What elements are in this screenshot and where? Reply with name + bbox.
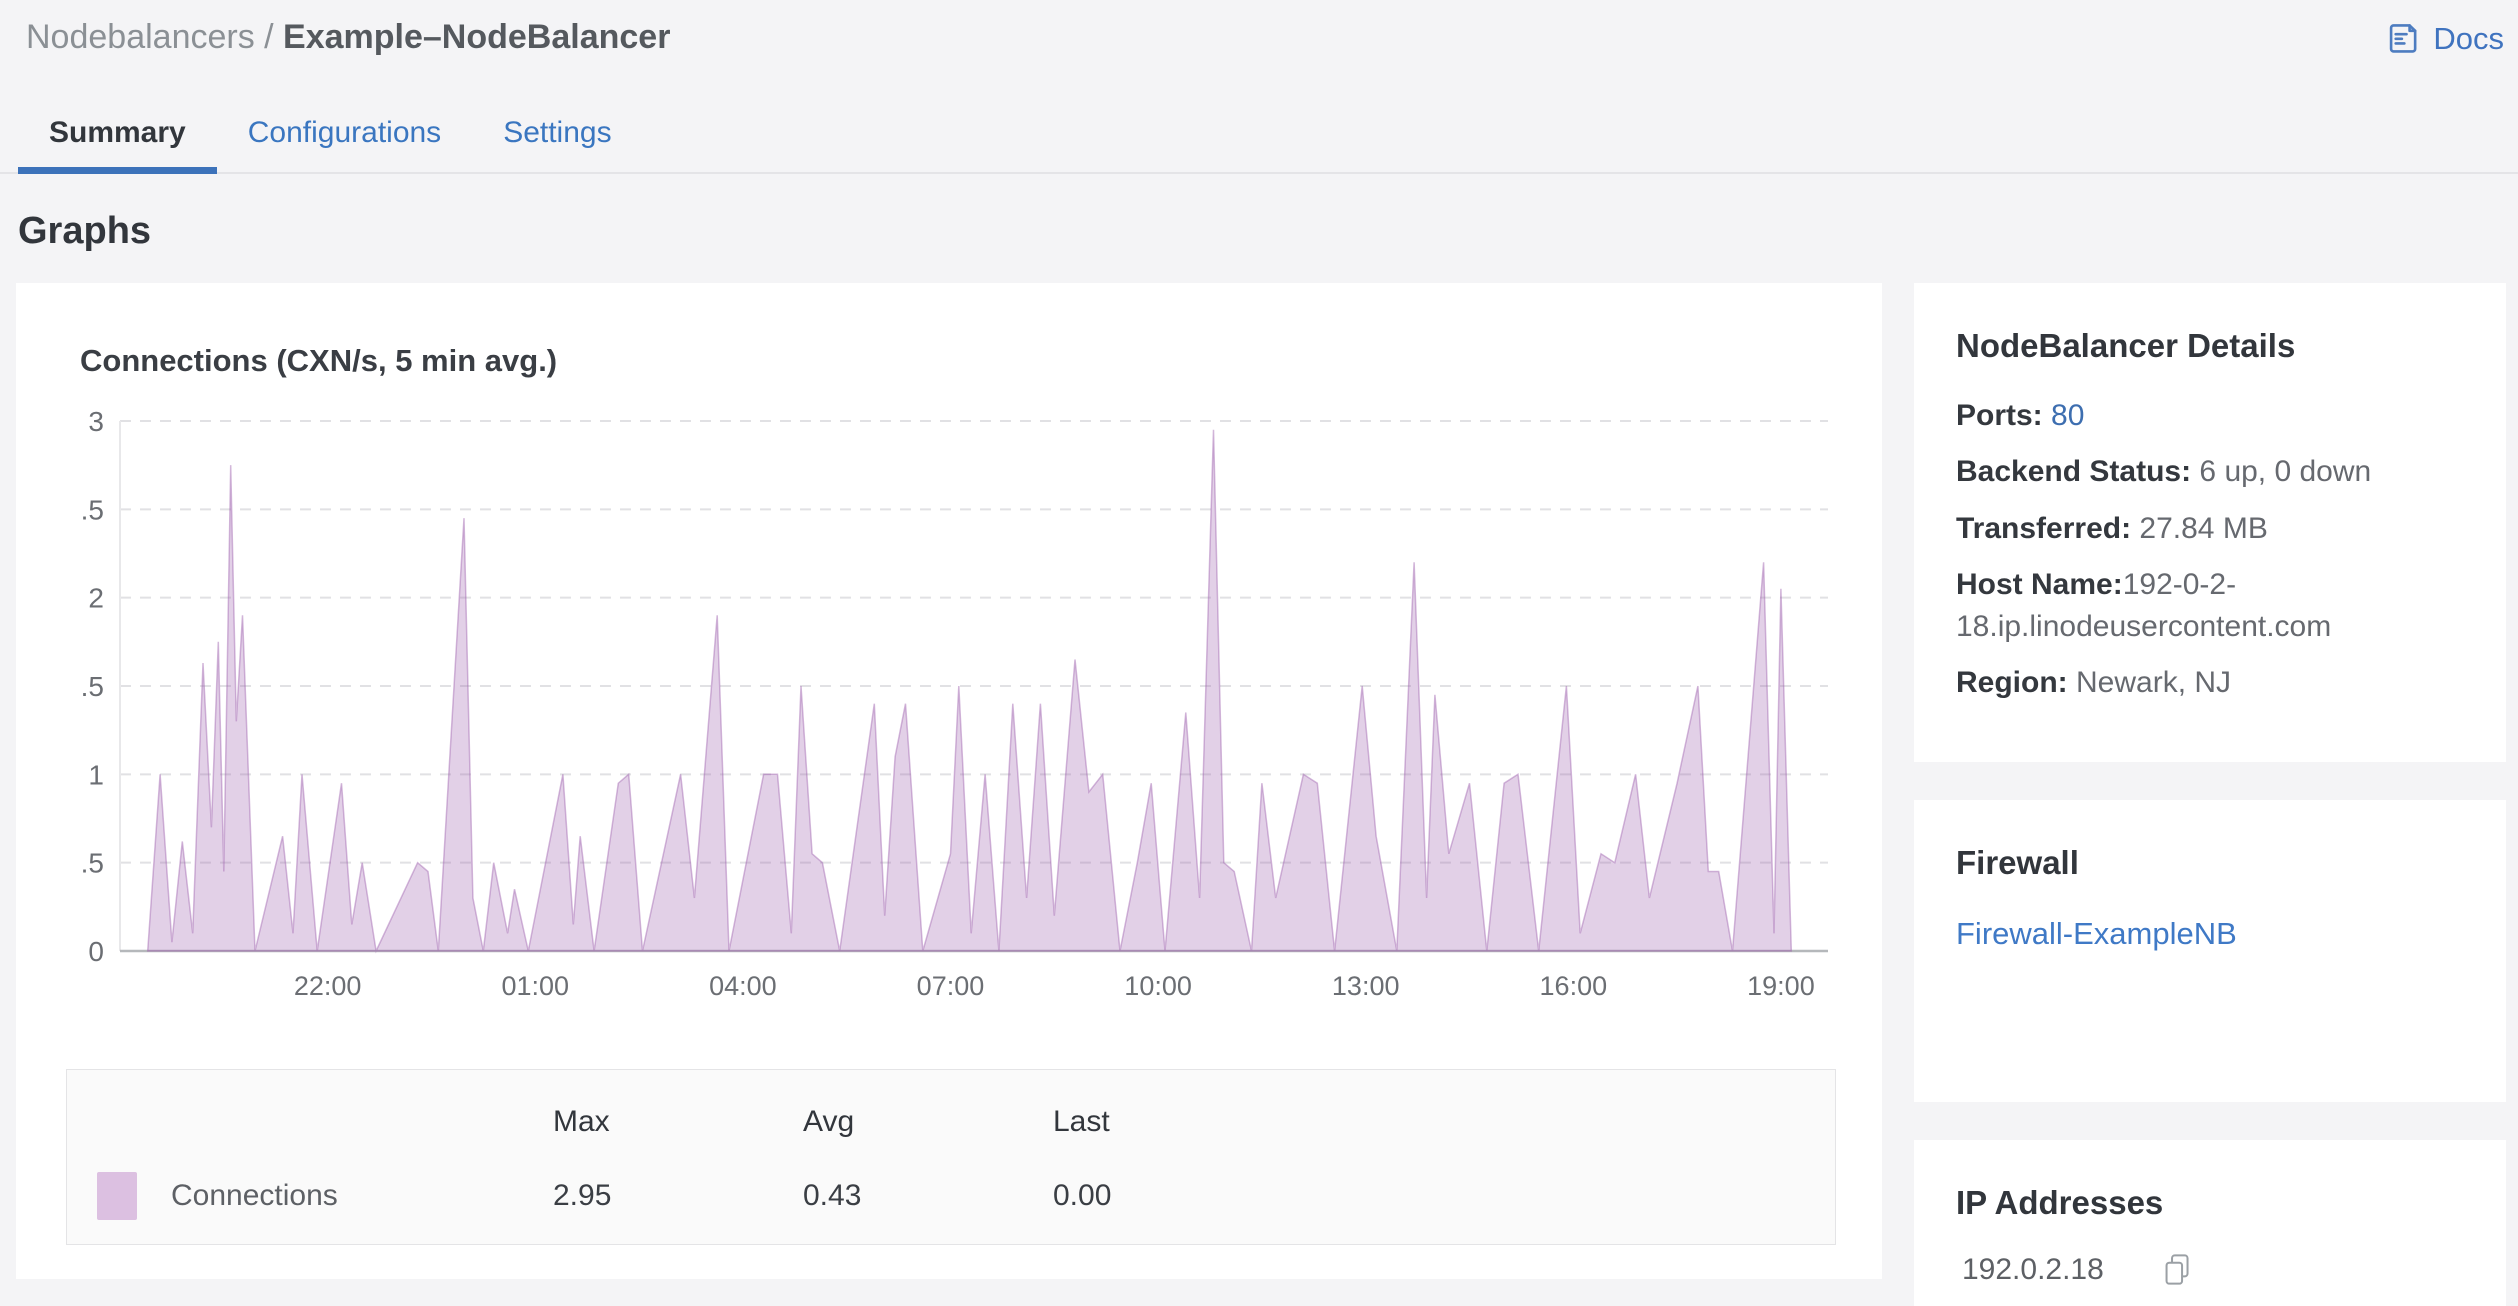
- page-header: Nodebalancers / Example–NodeBalancer Doc…: [0, 0, 2518, 58]
- main-content: Connections (CXN/s, 5 min avg.) 0 0.5 1 1.5…: [0, 283, 2518, 1306]
- docs-icon: [2384, 20, 2421, 57]
- detail-row-transferred: Transferred: 27.84 MB: [1956, 508, 2464, 549]
- svg-text:04:00: 04:00: [709, 971, 777, 1001]
- nodebalancer-details-card: NodeBalancer Details Ports: 80 Backend St…: [1914, 283, 2506, 763]
- detail-label: Host Name:: [1956, 568, 2123, 602]
- detail-row-host-name: Host Name:192-0-2-18.ip.linodeuserconten…: [1956, 564, 2464, 647]
- detail-row-backend-status: Backend Status: 6 up, 0 down: [1956, 451, 2464, 492]
- detail-value: 27.84 MB: [2139, 511, 2268, 545]
- legend-series-cell: Connections: [67, 1172, 553, 1220]
- svg-text:1.5: 1.5: [80, 671, 104, 702]
- ip-card-title: IP Addresses: [1956, 1184, 2164, 1222]
- chart-title: Connections (CXN/s, 5 min avg.): [80, 343, 558, 378]
- details-rows: Ports: 80 Backend Status: 6 up, 0 down Tra…: [1956, 395, 2464, 703]
- detail-label: Transferred:: [1956, 511, 2132, 545]
- svg-text:0: 0: [88, 936, 104, 967]
- docs-link[interactable]: Docs: [2384, 16, 2504, 57]
- detail-value[interactable]: 80: [2051, 399, 2084, 432]
- svg-text:10:00: 10:00: [1124, 971, 1192, 1001]
- details-card-title: NodeBalancer Details: [1956, 327, 2296, 364]
- firewall-link[interactable]: Firewall-ExampleNB: [1956, 916, 2237, 952]
- breadcrumb-section[interactable]: Nodebalancers /: [26, 18, 283, 56]
- svg-text:16:00: 16:00: [1540, 971, 1608, 1001]
- detail-row-ports: Ports: 80: [1956, 395, 2464, 436]
- firewall-card-title: Firewall: [1956, 844, 2079, 882]
- svg-text:3: 3: [88, 406, 104, 437]
- breadcrumb-entity: Example–NodeBalancer: [283, 18, 671, 56]
- ip-address-row: 192.0.2.18: [1956, 1252, 2464, 1288]
- connections-graph-card: Connections (CXN/s, 5 min avg.) 0 0.5 1 1.5…: [16, 283, 1882, 1279]
- tab-summary[interactable]: Summary: [18, 102, 217, 174]
- legend-col-max: Max: [553, 1105, 610, 1138]
- svg-text:0.5: 0.5: [80, 848, 104, 879]
- breadcrumb: Nodebalancers / Example–NodeBalancer: [26, 16, 670, 58]
- svg-text:1: 1: [88, 759, 104, 790]
- svg-text:22:00: 22:00: [294, 971, 362, 1001]
- svg-text:19:00: 19:00: [1747, 971, 1815, 1001]
- legend-max-value: 2.95: [553, 1179, 612, 1212]
- ip-addresses-card: IP Addresses 192.0.2.18: [1914, 1140, 2506, 1306]
- ip-address-value: 192.0.2.18: [1962, 1253, 2104, 1287]
- detail-label: Ports:: [1956, 399, 2043, 432]
- breadcrumb-separator: /: [254, 18, 284, 56]
- detail-label: Backend Status:: [1956, 455, 2192, 489]
- page-title: Graphs: [18, 210, 152, 252]
- svg-text:01:00: 01:00: [501, 971, 569, 1001]
- svg-text:2.5: 2.5: [80, 494, 104, 525]
- connections-area-chart: 0 0.5 1 1.5 2 2.5 3 22:00 01:00 04:00 07:00 10:00 13…: [80, 406, 1828, 1001]
- breadcrumb-section-label: Nodebalancers: [26, 18, 255, 56]
- svg-text:07:00: 07:00: [917, 971, 985, 1001]
- chart-legend-table: Max Avg Last Connections 2.95 0.43 0.00: [66, 1069, 1836, 1245]
- tab-settings[interactable]: Settings: [472, 102, 642, 172]
- copy-icon: [2162, 1254, 2193, 1291]
- legend-last-value: 0.00: [1053, 1179, 1112, 1212]
- copy-ip-button[interactable]: [2162, 1252, 2193, 1288]
- docs-label: Docs: [2433, 20, 2504, 56]
- tab-configurations[interactable]: Configurations: [217, 102, 472, 172]
- area-series-connections: [146, 429, 1793, 954]
- detail-value: 6 up, 0 down: [2199, 455, 2372, 489]
- connections-series-swatch[interactable]: [97, 1172, 137, 1220]
- legend-series-name: Connections: [171, 1179, 338, 1212]
- tabs-bar: Summary Configurations Settings: [0, 102, 2518, 174]
- legend-col-last: Last: [1053, 1105, 1110, 1138]
- legend-avg-value: 0.43: [803, 1179, 862, 1212]
- svg-text:2: 2: [88, 583, 104, 614]
- detail-value: Newark, NJ: [2076, 665, 2232, 699]
- summary-sidebar: NodeBalancer Details Ports: 80 Backend St…: [1914, 283, 2506, 1306]
- detail-row-region: Region: Newark, NJ: [1956, 662, 2464, 703]
- legend-col-avg: Avg: [803, 1105, 855, 1138]
- firewall-card: Firewall Firewall-ExampleNB: [1914, 800, 2506, 1103]
- svg-text:13:00: 13:00: [1332, 971, 1400, 1001]
- detail-label: Region:: [1956, 665, 2068, 699]
